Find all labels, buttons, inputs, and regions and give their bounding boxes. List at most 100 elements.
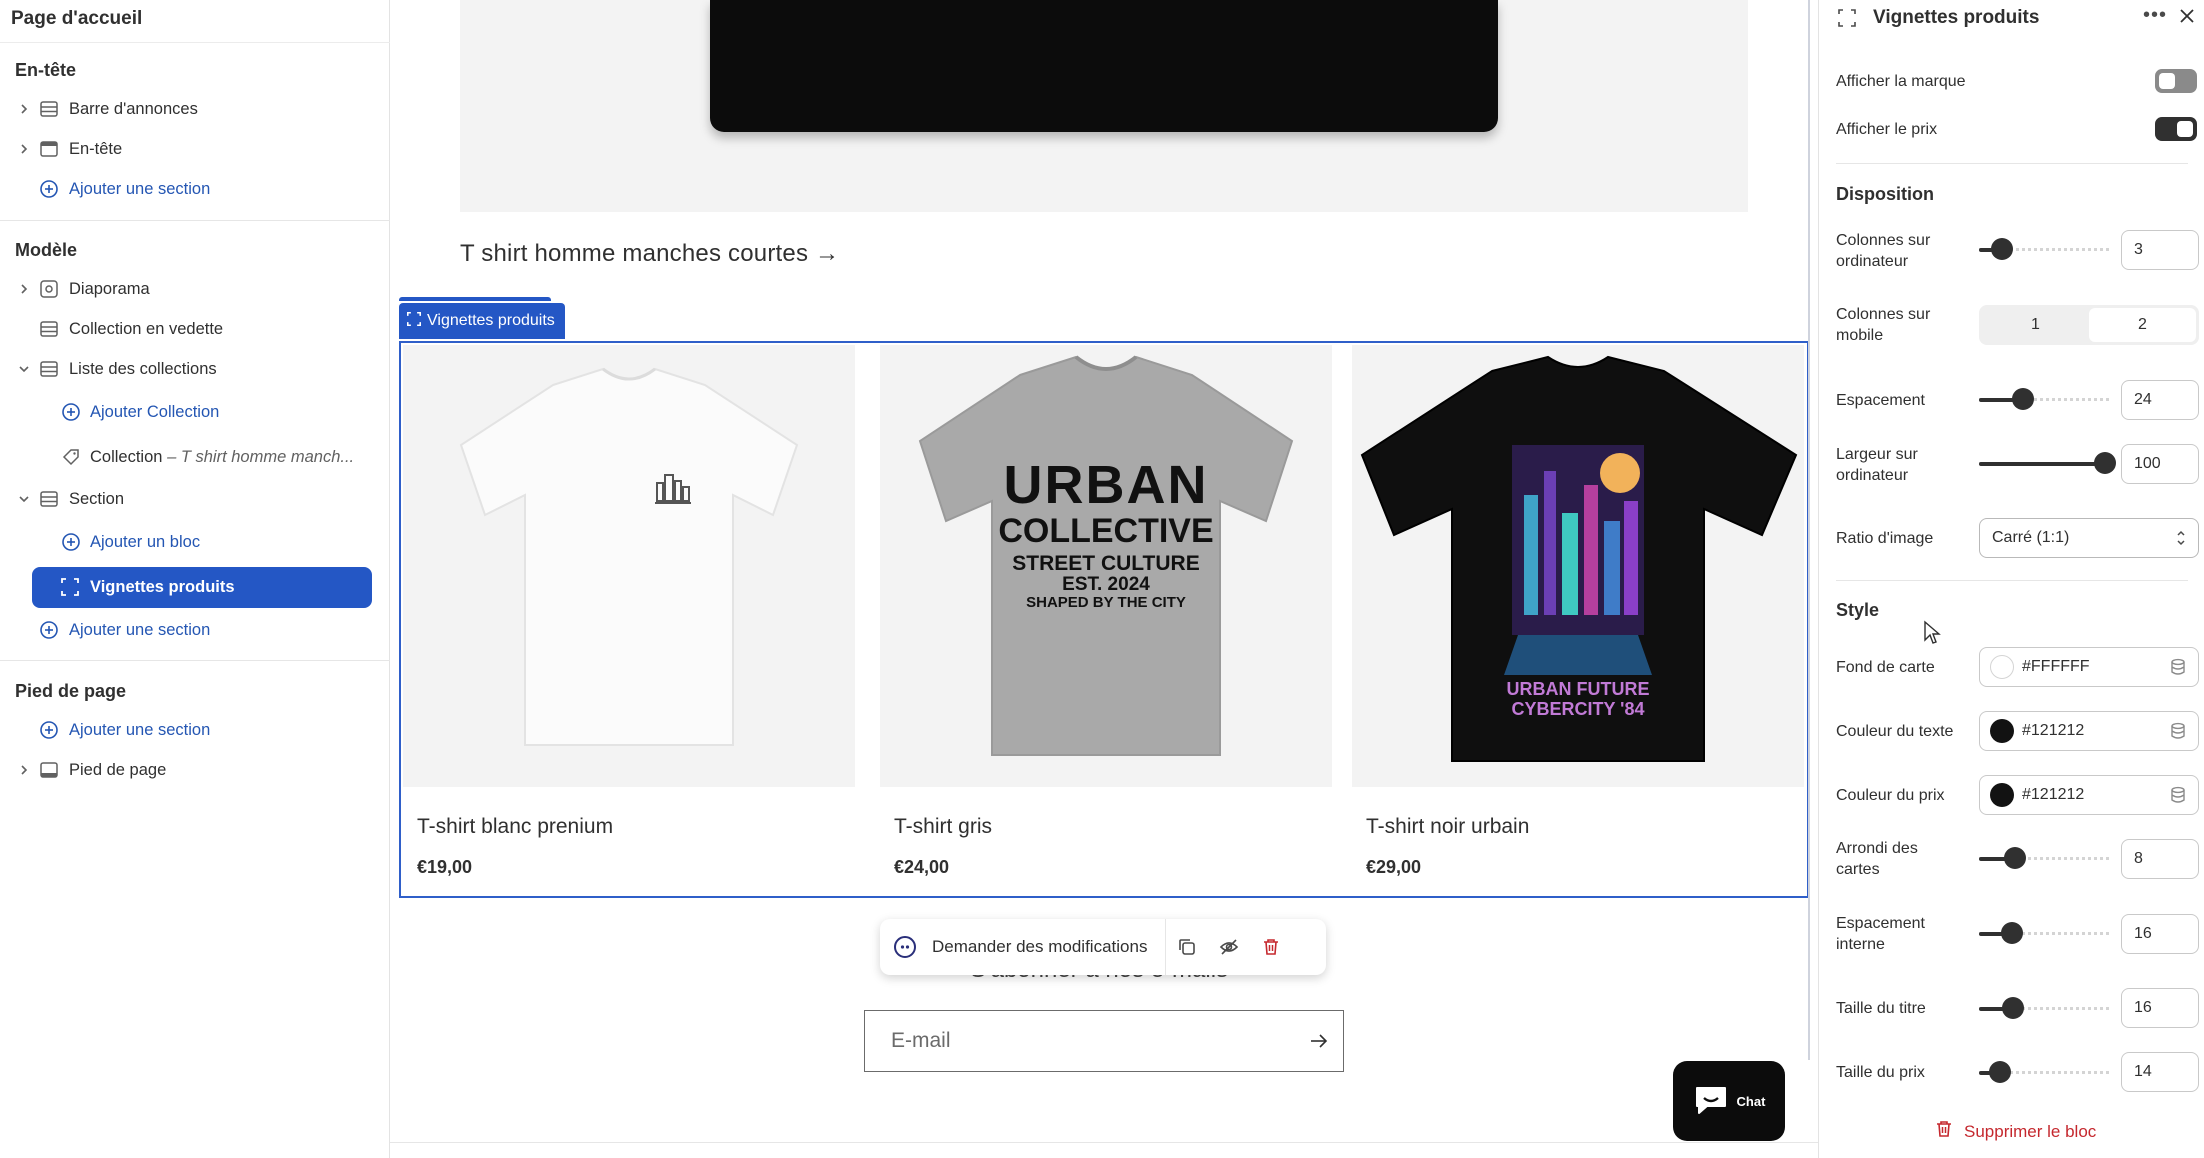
desktop-columns-input[interactable]: 3: [2121, 230, 2199, 270]
sidebar-item-announcement-bar[interactable]: Barre d'annonces: [0, 91, 390, 127]
close-icon[interactable]: [2179, 8, 2195, 29]
more-options-icon[interactable]: •••: [2143, 4, 2167, 27]
mouse-cursor-icon: [1923, 620, 1941, 651]
mobile-columns-option-1[interactable]: 1: [1982, 308, 2089, 342]
chevron-right-icon[interactable]: [17, 763, 31, 777]
selected-block-label: Vignettes produits: [427, 312, 555, 329]
show-brand-toggle[interactable]: [2155, 69, 2197, 93]
image-ratio-select[interactable]: Carré (1:1): [1979, 518, 2199, 558]
divider: [0, 660, 390, 661]
mobile-columns-option-2[interactable]: 2: [2089, 308, 2196, 342]
select-caret-icon: [2176, 527, 2186, 554]
print-line: EST. 2024: [1062, 574, 1150, 596]
color-swatch[interactable]: [1990, 783, 2014, 807]
delete-block-label: Supprimer le bloc: [1964, 1121, 2097, 1141]
add-section-label: Ajouter une section: [69, 620, 211, 639]
slider-thumb[interactable]: [2000, 922, 2023, 944]
desktop-columns-slider[interactable]: [1979, 238, 2109, 260]
chevron-down-icon[interactable]: [17, 492, 31, 506]
color-swatch[interactable]: [1990, 655, 2014, 679]
delete-block-button[interactable]: Supprimer le bloc: [1936, 1120, 2096, 1143]
inner-padding-slider[interactable]: [1979, 922, 2109, 944]
divider: [1836, 163, 2188, 164]
show-price-toggle[interactable]: [2155, 117, 2197, 141]
chat-button[interactable]: Chat: [1673, 1061, 1785, 1141]
product-name[interactable]: T-shirt gris: [894, 815, 992, 839]
chat-label: Chat: [1736, 1093, 1766, 1109]
desktop-width-slider[interactable]: [1979, 452, 2117, 474]
sidebar-item-collection[interactable]: Collection – T shirt homme manch...: [0, 439, 390, 475]
trash-icon: [1936, 1120, 1952, 1143]
ask-changes-button[interactable]: Demander des modifications: [932, 937, 1147, 957]
spacing-input[interactable]: 24: [2121, 380, 2199, 420]
desktop-width-input[interactable]: 100: [2121, 444, 2199, 484]
dynamic-source-icon[interactable]: [2170, 786, 2186, 809]
sidebar-item-product-cards[interactable]: Vignettes produits: [32, 567, 372, 608]
card-bg-color-picker[interactable]: #FFFFFF: [1979, 647, 2199, 687]
add-block-button[interactable]: Ajouter un bloc: [0, 524, 390, 560]
sidebar-item-featured-collection[interactable]: Collection en vedette: [0, 311, 390, 347]
product-name[interactable]: T-shirt noir urbain: [1366, 815, 1529, 839]
chat-bubble-icon: [1693, 1084, 1729, 1119]
spacing-slider[interactable]: [1979, 388, 2109, 410]
chevron-right-icon[interactable]: [17, 142, 31, 156]
slider-thumb[interactable]: [1988, 1061, 2011, 1083]
label-line: cartes: [1836, 861, 1880, 878]
slider-thumb[interactable]: [2004, 847, 2027, 869]
ai-assistant-icon: [894, 936, 916, 958]
slider-thumb[interactable]: [2094, 452, 2117, 474]
sidebar-item-slideshow[interactable]: Diaporama: [0, 271, 390, 307]
print-line: URBAN: [1003, 455, 1209, 515]
color-value: #121212: [2022, 722, 2085, 739]
dynamic-source-icon[interactable]: [2170, 722, 2186, 745]
price-color-picker[interactable]: #121212: [1979, 775, 2199, 815]
arrow-right-icon[interactable]: [1309, 1031, 1329, 1056]
chevron-right-icon[interactable]: [17, 102, 31, 116]
email-input[interactable]: [865, 1029, 1265, 1053]
sidebar-item-header[interactable]: En-tête: [0, 131, 390, 167]
card-radius-input[interactable]: 8: [2121, 839, 2199, 879]
title-size-slider[interactable]: [1979, 997, 2109, 1019]
slideshow-icon: [39, 279, 59, 299]
collection-prefix: Collection: [90, 447, 163, 466]
delete-icon[interactable]: [1250, 919, 1292, 975]
sidebar-item-label: Vignettes produits: [90, 577, 235, 596]
add-collection-button[interactable]: Ajouter Collection: [0, 394, 390, 430]
duplicate-icon[interactable]: [1166, 919, 1208, 975]
price-size-slider[interactable]: [1979, 1061, 2109, 1083]
group-template-title: Modèle: [15, 240, 78, 260]
sidebar-item-collection-list[interactable]: Liste des collections: [0, 351, 390, 387]
product-card[interactable]: URBAN COLLECTIVE STREET CULTURE EST. 202…: [880, 345, 1332, 877]
label-line: ordinateur: [1836, 467, 1909, 484]
price-size-input[interactable]: 14: [2121, 1052, 2199, 1092]
sidebar-item-footer[interactable]: Pied de page: [0, 752, 390, 788]
shirt-print: URBAN COLLECTIVE STREET CULTURE EST. 202…: [880, 457, 1332, 611]
slider-thumb[interactable]: [2012, 388, 2035, 410]
add-section-button[interactable]: Ajouter une section: [0, 612, 390, 648]
section-icon: [39, 489, 59, 509]
title-size-input[interactable]: 16: [2121, 988, 2199, 1028]
product-card[interactable]: URBAN FUTURE CYBERCITY '84 T-shirt noir …: [1352, 345, 1804, 877]
chevron-down-icon[interactable]: [17, 362, 31, 376]
hide-icon[interactable]: [1208, 919, 1250, 975]
sidebar-item-label: Liste des collections: [69, 359, 217, 378]
collection-link[interactable]: T shirt homme manches courtes →: [460, 240, 839, 268]
dynamic-source-icon[interactable]: [2170, 658, 2186, 681]
spacing-label: Espacement: [1836, 392, 1925, 409]
slider-thumb[interactable]: [1991, 238, 2014, 260]
sidebar-item-section[interactable]: Section: [0, 481, 390, 517]
product-card[interactable]: T-shirt blanc prenium €19,00: [403, 345, 855, 877]
text-color-picker[interactable]: #121212: [1979, 711, 2199, 751]
add-section-button[interactable]: Ajouter une section: [0, 171, 390, 207]
product-name[interactable]: T-shirt blanc prenium: [417, 815, 613, 839]
selected-block-tag[interactable]: Vignettes produits: [399, 303, 565, 339]
slider-thumb[interactable]: [2001, 997, 2024, 1019]
chevron-right-icon[interactable]: [17, 282, 31, 296]
label-line: mobile: [1836, 327, 1884, 344]
inner-padding-input[interactable]: 16: [2121, 914, 2199, 954]
sidebar-item-label: Barre d'annonces: [69, 99, 198, 118]
color-swatch[interactable]: [1990, 719, 2014, 743]
card-radius-slider[interactable]: [1979, 847, 2109, 869]
add-section-button[interactable]: Ajouter une section: [0, 712, 390, 748]
shirt-print: URBAN FUTURE CYBERCITY '84: [1352, 679, 1804, 720]
